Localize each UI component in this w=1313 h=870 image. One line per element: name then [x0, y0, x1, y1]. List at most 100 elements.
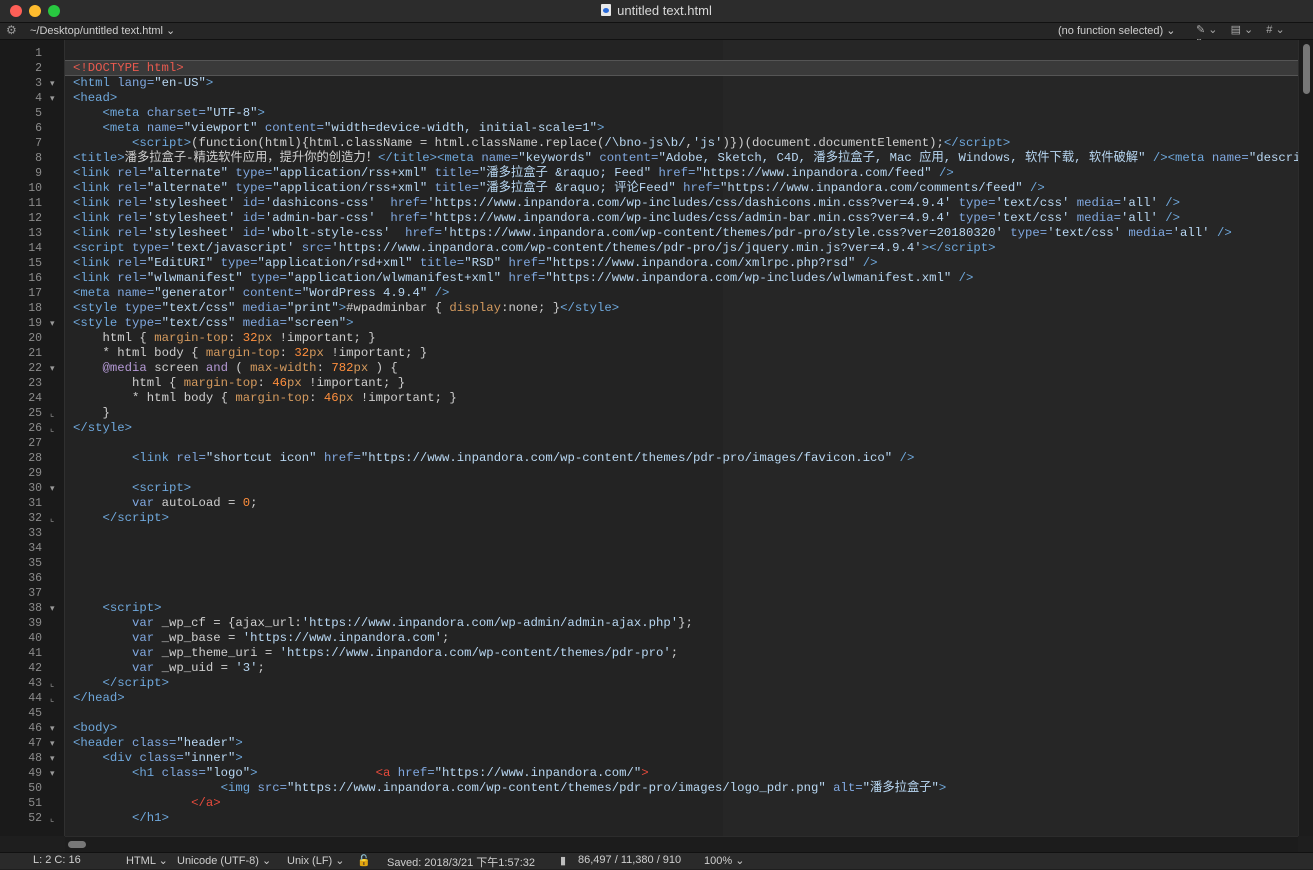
code-line[interactable]: <link rel="shortcut icon" href="https://… — [73, 451, 914, 466]
code-line[interactable]: var autoLoad = 0; — [73, 496, 257, 511]
lock-icon[interactable]: 🔓 — [357, 854, 371, 867]
line-number: 24 — [28, 392, 42, 405]
gear-icon[interactable]: ⚙ — [6, 23, 17, 37]
code-line[interactable]: * html body { margin-top: 32px !importan… — [73, 346, 428, 361]
fold-toggle-icon[interactable]: ⌞ — [50, 676, 54, 691]
code-line[interactable]: * html body { margin-top: 46px !importan… — [73, 391, 457, 406]
navigation-bar: ⚙ ~/Desktop/untitled text.html ⌄ (no fun… — [0, 23, 1313, 49]
line-number: 37 — [28, 587, 42, 600]
code-line[interactable]: var _wp_uid = '3'; — [73, 661, 265, 676]
code-line[interactable]: <link rel='stylesheet' id='wbolt-style-c… — [73, 226, 1232, 241]
line-number: 23 — [28, 377, 42, 390]
line-number-gutter[interactable]: 1 2 3 ▾ 4 ▾ 5 6 7 8 9 10 11 12 13 14 15 16 17 18 19 ▾ 20 21 22 ▾ 2… — [0, 40, 65, 836]
counterpart-menu-icon[interactable]: ▤ ⌄ — [1231, 24, 1254, 36]
code-line[interactable]: <meta name="generator" content="WordPres… — [73, 286, 449, 301]
line-number: 31 — [28, 497, 42, 510]
function-menu[interactable]: (no function selected) ⌄ — [1058, 24, 1175, 37]
code-line[interactable]: <script type='text/javascript' src='http… — [73, 241, 995, 256]
line-number: 26 — [28, 422, 42, 435]
code-line[interactable]: </script> — [73, 511, 169, 526]
line-number: 20 — [28, 332, 42, 345]
fold-toggle-icon[interactable]: ⌞ — [50, 691, 54, 706]
line-number: 43 — [28, 677, 42, 690]
line-number: 13 — [28, 227, 42, 240]
language-menu[interactable]: HTML ⌄ — [126, 854, 168, 867]
current-line-highlight — [65, 60, 1298, 76]
line-number: 14 — [28, 242, 42, 255]
line-number: 16 — [28, 272, 42, 285]
fold-toggle-icon[interactable]: ▾ — [50, 361, 55, 376]
file-path-menu[interactable]: ~/Desktop/untitled text.html ⌄ — [30, 24, 175, 37]
code-line[interactable]: </script> — [73, 676, 169, 691]
line-endings-menu[interactable]: Unix (LF) ⌄ — [287, 854, 345, 867]
code-line[interactable]: var _wp_theme_uri = 'https://www.inpando… — [73, 646, 678, 661]
fold-toggle-icon[interactable]: ⌞ — [50, 406, 54, 421]
code-line[interactable]: </head> — [73, 691, 125, 706]
window-title: untitled text.html — [617, 3, 712, 18]
fold-toggle-icon[interactable]: ▾ — [50, 601, 55, 616]
horizontal-scrollbar[interactable] — [65, 836, 1298, 852]
fold-toggle-icon[interactable]: ⌞ — [50, 811, 54, 826]
code-line[interactable]: <div class="inner"> — [73, 751, 243, 766]
fold-toggle-icon[interactable]: ▾ — [50, 316, 55, 331]
code-line[interactable]: <link rel="EditURI" type="application/rs… — [73, 256, 877, 271]
fold-toggle-icon[interactable]: ▾ — [50, 751, 55, 766]
code-line[interactable]: <header class="header"> — [73, 736, 243, 751]
fold-toggle-icon[interactable]: ⌞ — [50, 421, 54, 436]
code-line[interactable]: <meta name="viewport" content="width=dev… — [73, 121, 605, 136]
code-line[interactable]: <style type="text/css" media="screen"> — [73, 316, 353, 331]
fold-toggle-icon[interactable]: ▾ — [50, 91, 55, 106]
fold-toggle-icon[interactable]: ▾ — [50, 736, 55, 751]
code-line[interactable]: html { margin-top: 32px !important; } — [73, 331, 376, 346]
code-line[interactable]: @media screen and ( max-width: 782px ) { — [73, 361, 398, 376]
line-number: 42 — [28, 662, 42, 675]
code-line[interactable]: <script> — [73, 481, 191, 496]
code-line[interactable]: <h1 class="logo"> <a href="https://www.i… — [73, 766, 649, 781]
code-line[interactable]: <meta charset="UTF-8"> — [73, 106, 265, 121]
code-line[interactable]: <link rel='stylesheet' id='admin-bar-css… — [73, 211, 1180, 226]
text-editor[interactable]: <!DOCTYPE html> <html lang="en-US"> <head>… — [65, 40, 1298, 836]
code-line[interactable]: <link rel='stylesheet' id='dashicons-css… — [73, 196, 1180, 211]
line-number: 25 — [28, 407, 42, 420]
code-line[interactable]: <!DOCTYPE html> — [73, 61, 184, 76]
code-line[interactable]: <style type="text/css" media="print">#wp… — [73, 301, 619, 316]
code-line[interactable]: html { margin-top: 46px !important; } — [73, 376, 405, 391]
code-line[interactable]: </h1> — [73, 811, 169, 826]
fold-toggle-icon[interactable]: ▾ — [50, 76, 55, 91]
code-line[interactable]: <img src="https://www.inpandora.com/wp-c… — [73, 781, 947, 796]
code-line[interactable]: var _wp_cf = {ajax_url:'https://www.inpa… — [73, 616, 693, 631]
line-number: 7 — [35, 137, 42, 150]
vertical-scroll-thumb[interactable] — [1303, 44, 1310, 94]
vertical-scrollbar[interactable] — [1298, 40, 1313, 836]
horizontal-scroll-thumb[interactable] — [68, 841, 86, 848]
code-line[interactable]: <script> — [73, 601, 162, 616]
line-number: 8 — [35, 152, 42, 165]
line-number: 38 — [28, 602, 42, 615]
encoding-menu[interactable]: Unicode (UTF-8) ⌄ — [177, 854, 271, 867]
code-line[interactable]: <head> — [73, 91, 117, 106]
fold-toggle-icon[interactable]: ▾ — [50, 766, 55, 781]
code-line[interactable]: <script>(function(html){html.className =… — [73, 136, 1010, 151]
code-line[interactable]: <link rel="alternate" type="application/… — [73, 181, 1045, 196]
code-line[interactable]: <link rel="alternate" type="application/… — [73, 166, 954, 181]
code-line[interactable]: var _wp_base = 'https://www.inpandora.co… — [73, 631, 449, 646]
line-number: 15 — [28, 257, 42, 270]
line-number: 12 — [28, 212, 42, 225]
line-number: 30 — [28, 482, 42, 495]
code-line[interactable]: </a> — [73, 796, 221, 811]
document-counts[interactable]: 86,497 / 11,380 / 910 — [578, 854, 681, 866]
fold-toggle-icon[interactable]: ⌞ — [50, 511, 54, 526]
code-line[interactable]: <html lang="en-US"> — [73, 76, 213, 91]
code-line[interactable]: } — [73, 406, 110, 421]
hash-menu-icon[interactable]: # ⌄ — [1266, 24, 1284, 36]
fold-toggle-icon[interactable]: ▾ — [50, 721, 55, 736]
cursor-position[interactable]: L: 2 C: 16 — [33, 854, 81, 866]
code-line[interactable]: <body> — [73, 721, 117, 736]
code-line[interactable]: <link rel="wlwmanifest" type="applicatio… — [73, 271, 973, 286]
marker-menu-icon[interactable]: ✎ ⌄ — [1196, 24, 1218, 36]
line-number: 2 — [35, 62, 42, 75]
code-line[interactable]: <title>潘多拉盒子-精选软件应用，提升你的创造力！</title><met… — [73, 151, 1298, 166]
zoom-menu[interactable]: 100% ⌄ — [704, 854, 744, 867]
fold-toggle-icon[interactable]: ▾ — [50, 481, 55, 496]
code-line[interactable]: </style> — [73, 421, 132, 436]
